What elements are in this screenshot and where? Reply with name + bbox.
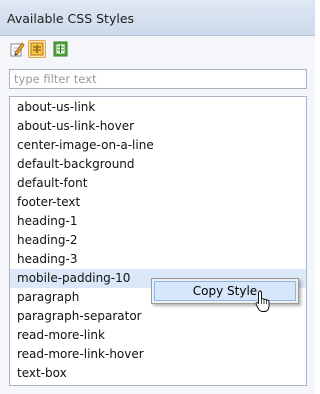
list-item[interactable]: about-us-link xyxy=(10,98,306,117)
panel-header: Available CSS Styles xyxy=(0,0,315,36)
list-item[interactable]: footer-text xyxy=(10,193,306,212)
css-styles-panel: Available CSS Styles type filter text ab… xyxy=(0,0,315,394)
list-item[interactable]: read-more-link xyxy=(10,326,306,345)
import-styles-icon xyxy=(53,41,68,57)
panel-title: Available CSS Styles xyxy=(7,11,135,26)
toolbar xyxy=(0,36,315,64)
list-item[interactable]: heading-3 xyxy=(10,250,306,269)
list-item[interactable]: default-background xyxy=(10,155,306,174)
hand-cursor-icon xyxy=(255,290,270,312)
context-menu: Copy Style xyxy=(151,278,299,304)
import-styles-button[interactable] xyxy=(51,40,69,58)
list-item[interactable]: text-box xyxy=(10,364,306,383)
list-item[interactable]: read-more-link-hover xyxy=(10,345,306,364)
copy-style-menu-item[interactable]: Copy Style xyxy=(154,281,296,301)
filter-input[interactable] xyxy=(9,69,307,89)
list-item[interactable]: heading-2 xyxy=(10,231,306,250)
list-item[interactable]: about-us-link-hover xyxy=(10,117,306,136)
show-list-button[interactable] xyxy=(28,40,46,58)
list-item[interactable]: center-image-on-a-line xyxy=(10,136,306,155)
list-item[interactable]: default-font xyxy=(10,174,306,193)
styles-list[interactable]: about-us-link about-us-link-hover center… xyxy=(9,96,307,386)
edit-style-icon xyxy=(10,42,25,57)
edit-style-button[interactable] xyxy=(8,40,26,58)
show-list-icon xyxy=(30,42,44,56)
list-item[interactable]: heading-1 xyxy=(10,212,306,231)
